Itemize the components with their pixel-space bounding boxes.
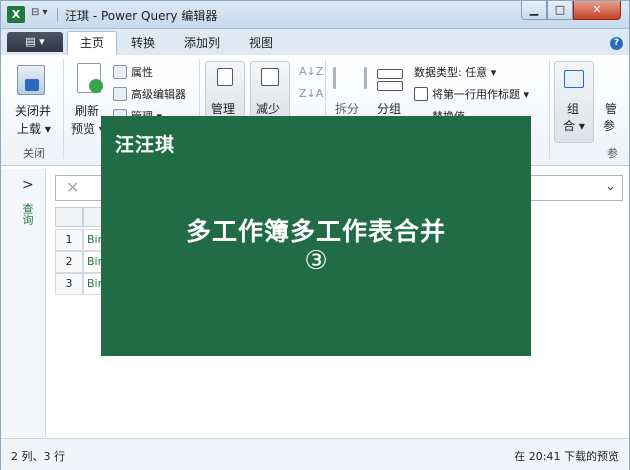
minimize-button[interactable]: ▁ <box>521 1 547 20</box>
sort-descending-icon[interactable]: Z↓A <box>299 87 323 100</box>
queries-pane-collapsed: > 查询 <box>1 169 46 437</box>
combine-label-2: 合 ▾ <box>563 119 585 133</box>
table-menu-icon[interactable] <box>55 207 83 227</box>
row-number: 2 <box>55 251 83 273</box>
title-separator <box>57 8 58 22</box>
row-number: 1 <box>55 229 83 251</box>
properties-icon <box>113 65 127 79</box>
help-icon[interactable]: ? <box>610 37 623 50</box>
tab-view[interactable]: 视图 <box>249 34 273 51</box>
tab-add-column[interactable]: 添加列 <box>184 34 220 51</box>
preview-download-time: 在 20:41 下载的预览 <box>514 450 619 463</box>
power-query-editor-window: X ⊟ ▾ 汪琪 - Power Query 编辑器 ▁ □ ✕ ▤ ▾ 主页 … <box>0 0 630 470</box>
manage-parameters-button[interactable]: 管 <box>605 100 617 117</box>
advanced-editor-button[interactable]: 高级编辑器 <box>131 86 186 102</box>
close-window-button[interactable]: ✕ <box>573 1 621 20</box>
window-title: 汪琪 - Power Query 编辑器 <box>65 9 218 23</box>
quick-access-toolbar[interactable]: ⊟ ▾ <box>31 7 48 18</box>
column-type-icon[interactable] <box>83 207 103 227</box>
status-bar: 2 列、3 行 在 20:41 下载的预览 <box>1 438 629 470</box>
combine-label: 组 <box>567 102 580 116</box>
excel-app-icon[interactable]: X <box>7 6 25 23</box>
refresh-icon <box>89 79 103 93</box>
row-number: 3 <box>55 273 83 295</box>
combine-icon <box>564 70 584 88</box>
group-by-icon-2 <box>377 81 403 91</box>
manage-columns-label: 管理 <box>211 102 236 116</box>
close-load-arrow-icon <box>25 79 39 91</box>
title-overlay-card: 汪汪琪 多工作簿多工作表合并 ③ <box>101 116 531 356</box>
close-load-label-2: 上载 ▾ <box>17 122 51 136</box>
group-label-close: 关闭 <box>23 147 45 160</box>
tab-transform[interactable]: 转换 <box>131 34 155 51</box>
group-label-parameters: 参 <box>607 147 618 160</box>
split-column-button[interactable]: 拆分 <box>335 100 359 117</box>
properties-button[interactable]: 属性 <box>131 64 153 80</box>
close-load-label: 关闭并 <box>15 104 52 118</box>
expand-formula-icon[interactable]: ⌄ <box>605 179 616 194</box>
sort-ascending-icon[interactable]: A↓Z <box>299 65 323 78</box>
manage-columns-icon <box>217 68 233 86</box>
reduce-rows-icon <box>261 68 279 86</box>
maximize-button[interactable]: □ <box>547 1 573 20</box>
use-first-row-headers-button[interactable]: 将第一行用作标题 ▾ <box>432 86 529 102</box>
cancel-icon[interactable]: ✕ <box>66 178 79 197</box>
refresh-label-2: 预览 ▾ <box>71 122 105 136</box>
overlay-title: 多工作簿多工作表合并 <box>185 217 446 246</box>
table-header-icon <box>414 87 428 101</box>
group-by-icon <box>377 69 403 79</box>
split-column-icon <box>333 67 367 89</box>
data-type-dropdown[interactable]: 数据类型: 任意 ▾ <box>414 64 496 80</box>
queries-pane-label[interactable]: 查询 <box>19 203 35 225</box>
row-column-count: 2 列、3 行 <box>11 450 65 463</box>
ribbon-tab-row: ▤ ▾ 主页 转换 添加列 视图 ? <box>1 29 629 55</box>
brand-name: 汪汪琪 <box>115 134 176 156</box>
group-by-button[interactable]: 分组 <box>377 100 401 117</box>
group-separator <box>63 59 64 159</box>
episode-number: ③ <box>304 246 328 276</box>
expand-queries-chevron-icon[interactable]: > <box>22 177 34 193</box>
refresh-label: 刷新 <box>75 104 100 118</box>
file-menu-button[interactable]: ▤ ▾ <box>7 32 63 52</box>
reduce-rows-label: 减少 <box>256 102 281 116</box>
tab-home[interactable]: 主页 <box>67 31 118 55</box>
title-bar: X ⊟ ▾ 汪琪 - Power Query 编辑器 ▁ □ ✕ <box>1 1 629 29</box>
advanced-editor-icon <box>113 87 127 101</box>
group-separator <box>549 59 550 159</box>
manage-parameters-label-2: 参 <box>603 119 616 133</box>
